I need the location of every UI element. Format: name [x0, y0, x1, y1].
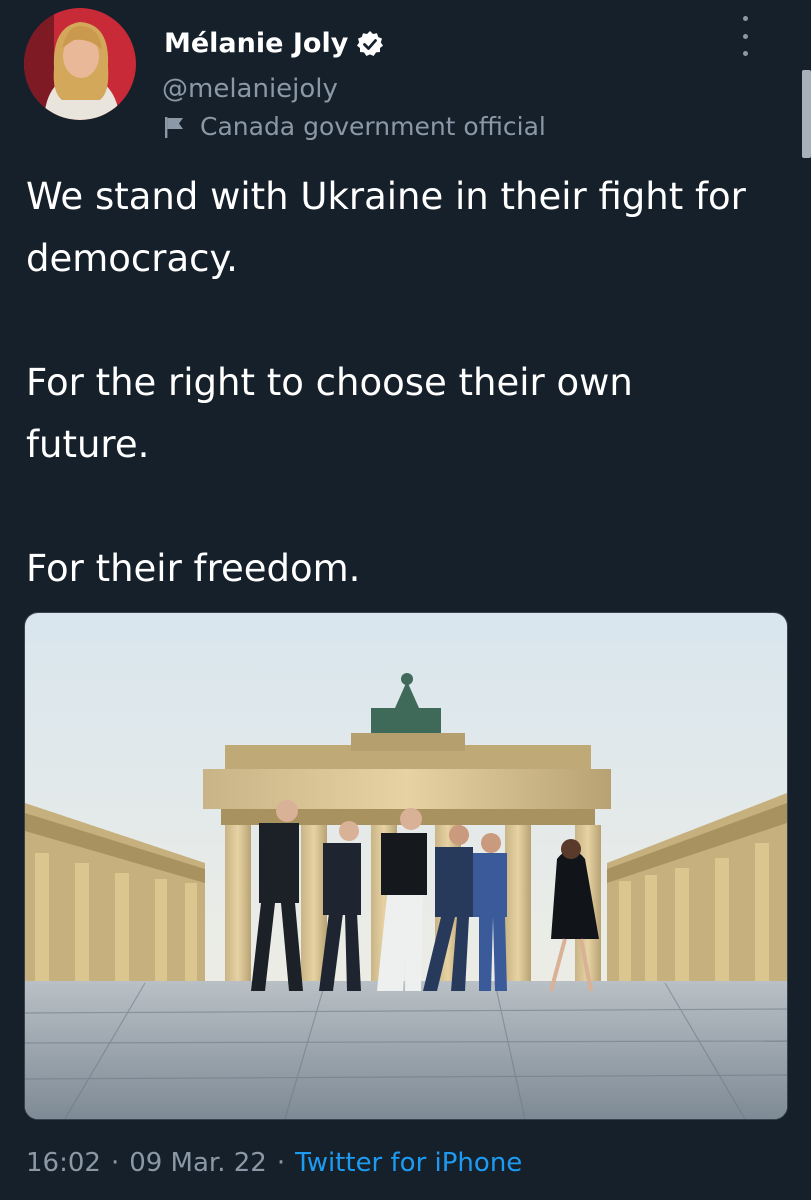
author-name-row[interactable]: Mélanie Joly: [164, 28, 384, 59]
verified-badge-icon: [356, 30, 384, 58]
tweet-meta: 16:02 · 09 Mar. 22 · Twitter for iPhone: [26, 1148, 522, 1178]
label-text: Canada government official: [200, 112, 546, 141]
more-vertical-icon[interactable]: [735, 16, 755, 56]
flag-icon: [162, 115, 186, 139]
government-label[interactable]: Canada government official: [162, 112, 546, 141]
avatar[interactable]: [24, 8, 136, 120]
more-dot: [742, 16, 748, 21]
scrollbar[interactable]: [802, 70, 811, 158]
tweet-paragraph: For their freedom.: [26, 547, 361, 590]
more-dot: [742, 33, 748, 39]
author-name[interactable]: Mélanie Joly: [164, 28, 348, 59]
tweet-date[interactable]: 09 Mar. 22: [129, 1148, 267, 1178]
tweet-time[interactable]: 16:02: [26, 1148, 101, 1178]
tweet-photo[interactable]: [24, 612, 788, 1120]
tweet-text: We stand with Ukraine in their fight for…: [26, 166, 766, 600]
tweet-paragraph: For the right to choose their own future…: [26, 361, 633, 466]
tweet-paragraph: We stand with Ukraine in their fight for…: [26, 175, 746, 280]
tweet-header: Mélanie Joly @melaniejoly Canada governm…: [24, 8, 794, 148]
meta-separator: ·: [276, 1148, 286, 1178]
author-handle[interactable]: @melaniejoly: [162, 74, 338, 104]
source-link[interactable]: Twitter for iPhone: [295, 1148, 522, 1178]
more-dot: [742, 51, 748, 56]
meta-separator: ·: [110, 1148, 120, 1178]
